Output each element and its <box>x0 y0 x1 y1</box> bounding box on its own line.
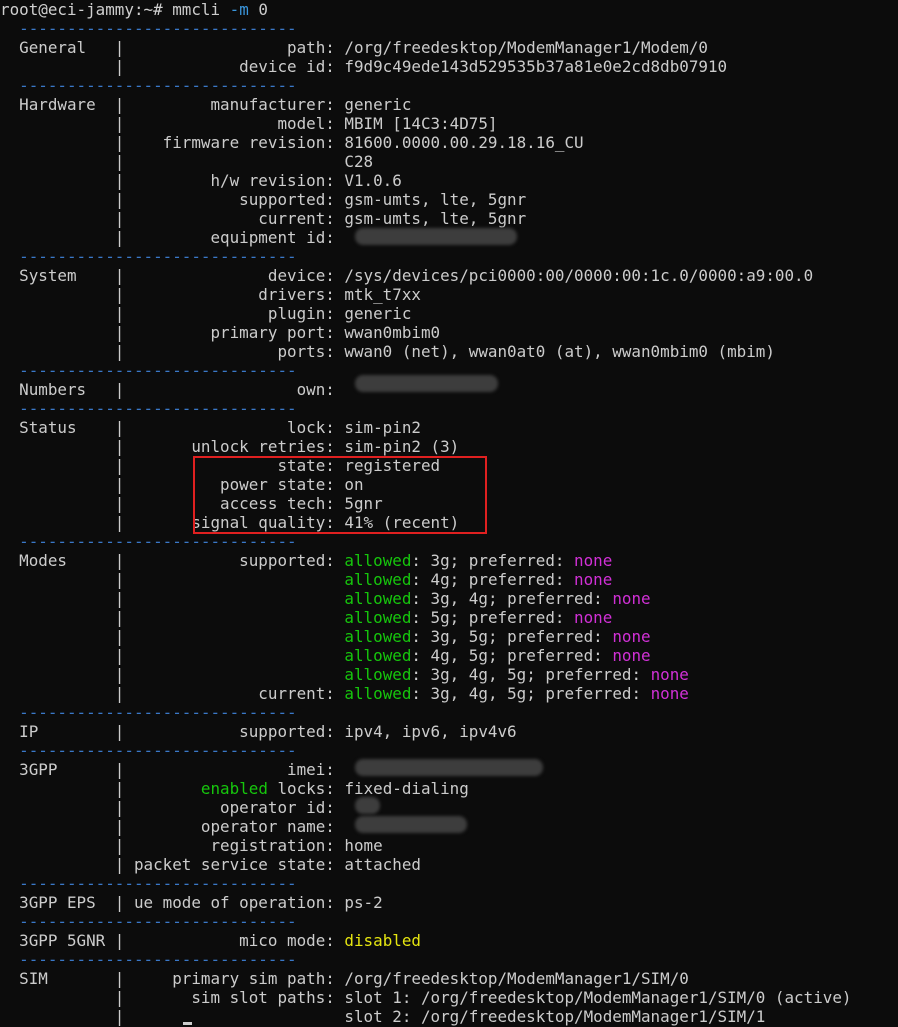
gpp-registration: | registration: home <box>0 836 383 855</box>
section-separator: ----------------------------- <box>0 741 297 760</box>
section-separator: ----------------------------- <box>0 912 297 931</box>
cursor <box>183 1022 192 1025</box>
general-device-id: | device id: f9d9c49ede143d529535b37a81e… <box>0 57 728 76</box>
section-separator: ----------------------------- <box>0 874 297 893</box>
gpp-enabled-locks: | enabled locks: fixed-dialing <box>0 779 469 798</box>
hw-hw-revision: | h/w revision: V1.0.6 <box>0 171 402 190</box>
section-separator: ----------------------------- <box>0 703 297 722</box>
section-separator: ----------------------------- <box>0 19 297 38</box>
section-separator: ----------------------------- <box>0 399 297 418</box>
modes-row: | allowed: 3g, 4g; preferred: none <box>0 589 651 608</box>
section-separator: ----------------------------- <box>0 76 297 95</box>
section-separator: ----------------------------- <box>0 247 297 266</box>
redacted-own-number <box>355 375 498 392</box>
redacted-operator-id <box>355 797 380 814</box>
sys-primary-port: | primary port: wwan0mbim0 <box>0 323 441 342</box>
sim-slot-paths: | sim slot paths: slot 1: /org/freedeskt… <box>0 988 852 1007</box>
section-separator: ----------------------------- <box>0 532 297 551</box>
modes-row: | allowed: 3g, 5g; preferred: none <box>0 627 651 646</box>
sim-slot-2: | slot 2: /org/freedesktop/ModemManager1… <box>0 1007 766 1026</box>
gpp-packet-service: | packet service state: attached <box>0 855 421 874</box>
redacted-operator-name <box>355 816 467 833</box>
redacted-equipment-id <box>355 228 517 245</box>
hw-model: | model: MBIM [14C3:4D75] <box>0 114 498 133</box>
command-prompt: root@eci-jammy:~# mmcli -m 0 <box>0 0 268 19</box>
hw-current: | current: gsm-umts, lte, 5gnr <box>0 209 527 228</box>
ip-supported: IP | supported: ipv4, ipv6, ipv4v6 <box>0 722 517 741</box>
modes-row: | allowed: 4g; preferred: none <box>0 570 613 589</box>
hw-firmware: | firmware revision: 81600.0000.00.29.18… <box>0 133 584 152</box>
modes-row: | allowed: 4g, 5g; preferred: none <box>0 646 651 665</box>
sim-primary-path: SIM | primary sim path: /org/freedesktop… <box>0 969 689 988</box>
hw-supported: | supported: gsm-umts, lte, 5gnr <box>0 190 527 209</box>
modes-row: Modes | supported: allowed: 3g; preferre… <box>0 551 613 570</box>
highlight-box <box>193 456 487 534</box>
redacted-imei <box>355 759 543 776</box>
modes-row: | allowed: 3g, 4g, 5g; preferred: none <box>0 665 689 684</box>
sys-plugin: | plugin: generic <box>0 304 412 323</box>
sys-drivers: | drivers: mtk_t7xx <box>0 285 421 304</box>
hw-manufacturer: Hardware | manufacturer: generic <box>0 95 412 114</box>
section-separator: ----------------------------- <box>0 950 297 969</box>
general-path: General | path: /org/freedesktop/ModemMa… <box>0 38 708 57</box>
status-unlock-retries: | unlock retries: sim-pin2 (3) <box>0 437 460 456</box>
status-lock: Status | lock: sim-pin2 <box>0 418 421 437</box>
nr-mico-mode: 3GPP 5GNR | mico mode: disabled <box>0 931 421 950</box>
modes-row: | allowed: 5g; preferred: none <box>0 608 613 627</box>
gpp-operator-id: | operator id: <box>0 798 345 817</box>
modes-row: | current: allowed: 3g, 4g, 5g; preferre… <box>0 684 689 703</box>
eps-ue-mode: 3GPP EPS | ue mode of operation: ps-2 <box>0 893 383 912</box>
sys-ports: | ports: wwan0 (net), wwan0at0 (at), wwa… <box>0 342 775 361</box>
hw-firmware-cont: | C28 <box>0 152 374 171</box>
sys-device: System | device: /sys/devices/pci0000:00… <box>0 266 814 285</box>
